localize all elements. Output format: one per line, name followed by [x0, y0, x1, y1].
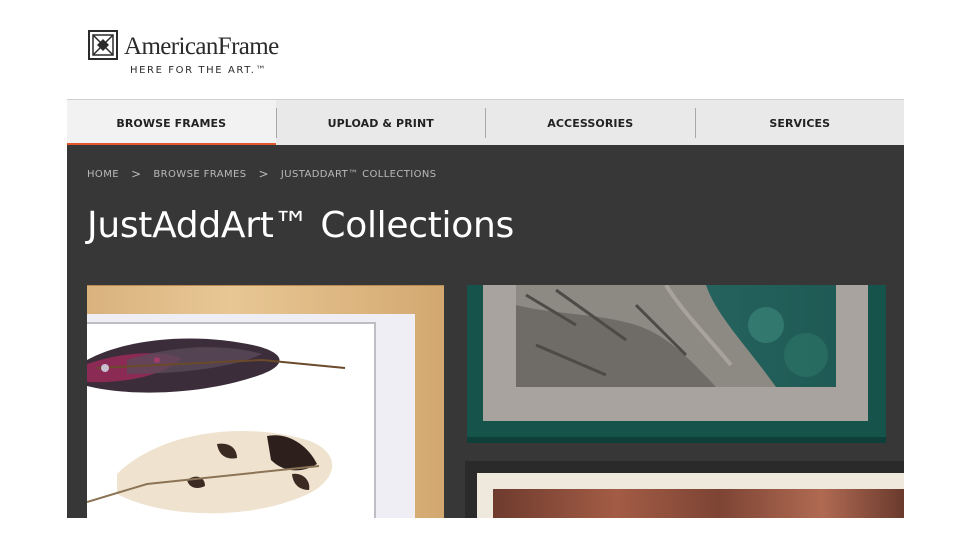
breadcrumb-current: JUSTADDART™ COLLECTIONS: [280, 168, 437, 180]
brand-name: AmericanFrame: [124, 33, 279, 60]
brand-tagline: HERE FOR THE ART.™: [130, 65, 268, 76]
coastline-photo-image: [516, 285, 836, 387]
chevron-right-icon: >: [258, 167, 269, 181]
frame-mat: [483, 285, 868, 421]
framed-art-feathers[interactable]: [87, 285, 444, 518]
nav-browse-frames[interactable]: BROWSE FRAMES: [67, 100, 276, 146]
framed-art-bottom[interactable]: [465, 461, 904, 518]
american-frame-logo[interactable]: AmericanFrame HERE FOR THE ART.™: [88, 30, 298, 82]
breadcrumb-browse-frames[interactable]: BROWSE FRAMES: [153, 169, 246, 180]
feathers-illustration: [87, 324, 374, 518]
collection-hero: HOME > BROWSE FRAMES > JUSTADDART™ COLLE…: [67, 145, 904, 518]
breadcrumb: HOME > BROWSE FRAMES > JUSTADDART™ COLLE…: [87, 167, 437, 181]
logo-mark-icon: [88, 30, 118, 60]
nav-upload-print[interactable]: UPLOAD & PRINT: [277, 100, 486, 146]
coastline-illustration: [516, 285, 836, 387]
rust-artwork-image: [493, 489, 904, 518]
chevron-right-icon: >: [130, 167, 142, 181]
main-nav: BROWSE FRAMES UPLOAD & PRINT ACCESSORIES…: [67, 99, 904, 146]
nav-services[interactable]: SERVICES: [696, 100, 905, 146]
framed-art-coastline[interactable]: [467, 285, 886, 443]
nav-accessories[interactable]: ACCESSORIES: [486, 100, 695, 146]
feathers-artwork-image: [87, 322, 376, 518]
breadcrumb-home[interactable]: HOME: [87, 169, 119, 180]
page-title: JustAddArt™ Collections: [87, 205, 514, 246]
